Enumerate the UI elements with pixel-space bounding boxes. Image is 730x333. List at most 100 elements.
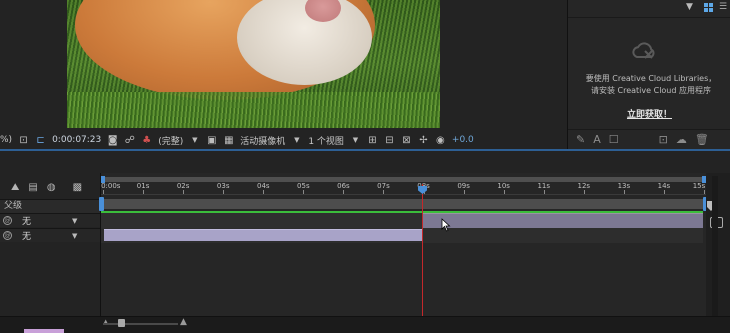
chevron-down-icon[interactable]: ▼ — [189, 135, 200, 146]
timeline-footer: ▲ ▲ — [0, 316, 730, 333]
safe-zones-icon[interactable]: ⊡ — [18, 135, 29, 146]
grid-view-icon[interactable] — [704, 3, 714, 13]
mouse-pointer-icon — [441, 218, 451, 232]
ruler-tick-label: 06s — [337, 182, 350, 190]
transparency-grid-icon[interactable]: ▦ — [223, 135, 234, 146]
time-navigator[interactable] — [99, 197, 708, 211]
show-snapshot-icon[interactable]: ☍ — [124, 135, 135, 146]
ruler-tick-label: 03s — [216, 182, 230, 190]
resolution-dropdown[interactable]: (完整) — [158, 134, 183, 147]
zoom-level[interactable]: %) — [0, 135, 12, 145]
stock-icon[interactable]: ⊡ — [659, 133, 668, 146]
zoom-in-icon[interactable]: ▲ — [180, 317, 187, 327]
graph-editor-icon[interactable]: ▩ — [73, 182, 82, 193]
ruler-tick-label: 11s — [537, 182, 550, 190]
spiral-icon[interactable]: @ — [3, 216, 12, 225]
libraries-footer: ✎ A ☐ ⊡ ☁ 🗑 — [568, 129, 730, 149]
zoom-slider-handle[interactable] — [118, 319, 125, 327]
libraries-message-line2: 请安装 Creative Cloud 应用程序 — [590, 86, 712, 95]
time-ruler[interactable]: 0:00s01s02s03s04s05s06s07s08s09s10s11s12… — [101, 182, 706, 195]
layer-row[interactable]: @ 无 ▼ — [0, 228, 100, 242]
ruler-tick — [663, 190, 665, 194]
region-of-interest-icon[interactable]: ⊏ — [35, 135, 46, 146]
ruler-tick-label: 14s — [657, 182, 671, 190]
libraries-message-line1: 要使用 Creative Cloud Libraries， — [585, 74, 717, 83]
ruler-tick — [143, 190, 145, 194]
ruler-tick — [343, 190, 345, 194]
ruler-tick-label: 12s — [577, 182, 591, 190]
reset-exposure-icon[interactable]: ⊟ — [384, 135, 395, 146]
ruler-tick — [303, 190, 305, 194]
toggle-pixel-icon[interactable]: ⊞ — [367, 135, 378, 146]
ruler-tick — [503, 190, 505, 194]
parent-value[interactable]: 无 — [22, 229, 72, 242]
cloud-off-icon — [632, 42, 655, 59]
libraries-panel: ▼ ☰ 要使用 Creative Cloud Libraries， 请安装 Cr… — [567, 0, 730, 149]
camera-dropdown[interactable]: 活动摄像机 — [240, 134, 285, 147]
shy-layers-icon[interactable]: ⛰ — [11, 182, 19, 193]
exposure-icon[interactable]: ◉ — [435, 135, 446, 146]
vertical-scrollbar[interactable] — [712, 176, 718, 316]
layer-duration-bar[interactable] — [104, 229, 422, 241]
spiral-icon[interactable]: @ — [3, 231, 12, 240]
chevron-down-icon[interactable]: ▼ — [72, 232, 77, 240]
motion-blur-icon[interactable]: ◍ — [47, 182, 56, 193]
sync-icon[interactable]: ☁ — [676, 133, 687, 146]
ruler-tick-label: 04s — [256, 182, 270, 190]
timeline-track-area[interactable] — [100, 173, 710, 328]
add-text-style-icon[interactable]: A — [593, 133, 601, 146]
ruler-tick-label: 09s — [457, 182, 470, 190]
taskbar-item[interactable] — [24, 329, 64, 333]
chevron-down-icon[interactable]: ▼ — [350, 135, 361, 146]
draft-3d-icon[interactable]: ✢ — [418, 135, 429, 146]
trash-icon[interactable]: 🗑 — [695, 133, 709, 146]
chevron-down-icon[interactable]: ▼ — [291, 135, 302, 146]
ruler-tick-label: 13s — [617, 182, 631, 190]
add-color-icon[interactable]: ✎ — [576, 133, 585, 146]
parent-column-header[interactable]: 父级 — [0, 199, 100, 213]
ruler-tick — [383, 190, 385, 194]
fast-previews-icon[interactable]: ▣ — [206, 135, 217, 146]
ruler-tick — [704, 190, 705, 194]
libraries-panel-header: ▼ ☰ — [568, 0, 730, 18]
ruler-tick-label: 0:00s — [101, 182, 121, 190]
layer-duration-bar[interactable] — [422, 213, 703, 228]
ruler-tick — [223, 190, 225, 194]
libraries-message: 要使用 Creative Cloud Libraries， 请安装 Creati… — [576, 73, 726, 97]
list-view-icon[interactable]: ☰ — [719, 2, 727, 12]
add-graphic-icon[interactable]: ☐ — [609, 133, 619, 146]
viewer-toolbar: %) ⊡ ⊏ 0:00:07:23 ◙ ☍ ♣ (完整) ▼ ▣ ▦ 活动摄像机… — [0, 131, 567, 149]
ruler-tick — [463, 190, 465, 194]
ruler-tick — [103, 190, 104, 194]
color-channel-icon[interactable]: ♣ — [141, 135, 152, 146]
ruler-tick-label: 05s — [297, 182, 310, 190]
ruler-tick-label: 02s — [176, 182, 190, 190]
composition-viewer — [0, 0, 567, 131]
chevron-down-icon[interactable]: ▼ — [686, 2, 693, 12]
ruler-tick-label: 01s — [136, 182, 150, 190]
frame-blending-icon[interactable]: ▤ — [28, 182, 37, 193]
ruler-tick-label: 15s — [692, 182, 706, 190]
current-time-display[interactable]: 0:00:07:23 — [52, 135, 101, 145]
composition-preview-image[interactable] — [67, 0, 440, 128]
ruler-tick-label: 10s — [497, 182, 510, 190]
ruler-tick — [263, 190, 265, 194]
ruler-tick — [623, 190, 625, 194]
get-it-now-link[interactable]: 立即获取！ — [568, 107, 730, 120]
timeline-switches: ⛰ ▤ ◍ ▩ — [0, 176, 100, 198]
ruler-tick — [583, 190, 585, 194]
view-layout-dropdown[interactable]: 1 个视图 — [308, 134, 344, 147]
snapshot-icon[interactable]: ◙ — [107, 135, 118, 146]
timeline-panel: ⛰ ▤ ◍ ▩ 父级 @ 无 ▼ @ 无 ▼ 0:00s 01s 02s 03s 04s… — [0, 151, 730, 333]
ruler-tick — [543, 190, 545, 194]
ruler-tick-label: 07s — [377, 182, 390, 190]
exposure-value[interactable]: +0.0 — [452, 135, 474, 145]
ruler-tick — [183, 190, 185, 194]
layer-row[interactable]: @ 无 ▼ — [0, 213, 100, 227]
parent-value[interactable]: 无 — [22, 214, 72, 227]
timeline-right-strip — [706, 173, 730, 333]
zoom-slider[interactable] — [103, 323, 178, 325]
chevron-down-icon[interactable]: ▼ — [72, 217, 77, 225]
playhead-line[interactable] — [422, 184, 423, 329]
flowchart-icon[interactable]: ⊠ — [401, 135, 412, 146]
